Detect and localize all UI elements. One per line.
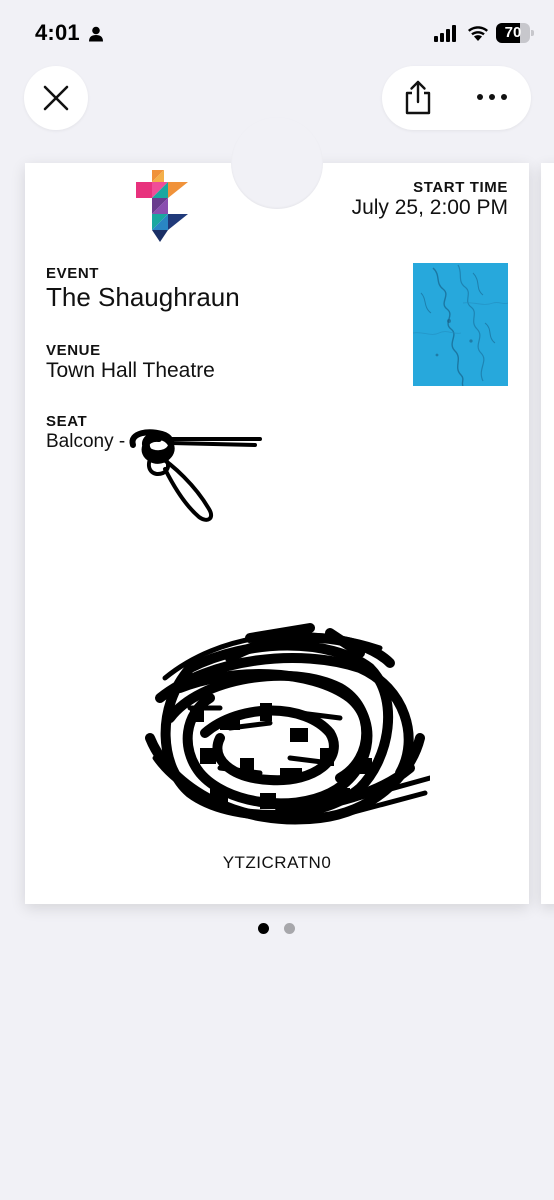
barcode-redacted — [145, 623, 430, 825]
venue-value: Town Hall Theatre — [46, 359, 215, 382]
event-label: EVENT — [46, 265, 100, 282]
page-dot-active[interactable] — [258, 923, 269, 934]
map-thumbnail — [413, 263, 508, 386]
card-notch — [231, 117, 323, 209]
status-bar: 4:01 70 — [0, 0, 554, 64]
wifi-icon — [466, 22, 490, 42]
page-indicator[interactable] — [258, 923, 298, 935]
seat-value: Balcony - — [46, 431, 126, 452]
battery-icon: 70 — [496, 23, 534, 43]
next-pass-card[interactable] — [541, 163, 554, 904]
theatre-logo — [136, 170, 188, 242]
seat-label: SEAT — [46, 413, 88, 430]
close-icon — [43, 85, 69, 111]
share-button[interactable] — [396, 76, 440, 120]
status-time: 4:01 — [35, 20, 80, 45]
close-button[interactable] — [24, 66, 88, 130]
start-time-value: July 25, 2:00 PM — [351, 196, 508, 219]
venue-label: VENUE — [46, 342, 101, 359]
start-time-label: START TIME — [413, 179, 508, 196]
more-button[interactable] — [470, 76, 514, 120]
barcode-text: YTZICRATN0 — [222, 853, 332, 872]
event-value: The Shaughraun — [46, 282, 240, 312]
seat-redaction-scribble — [129, 429, 262, 522]
pass-card[interactable]: START TIME July 25, 2:00 PM EVENT The Sh… — [25, 117, 529, 904]
actions-pill — [382, 66, 531, 130]
person-icon — [88, 26, 104, 42]
more-icon — [477, 94, 507, 100]
signal-icon — [434, 24, 458, 42]
battery-percent: 70 — [504, 24, 522, 41]
share-icon — [405, 80, 431, 115]
page-dot-inactive[interactable] — [284, 923, 295, 934]
